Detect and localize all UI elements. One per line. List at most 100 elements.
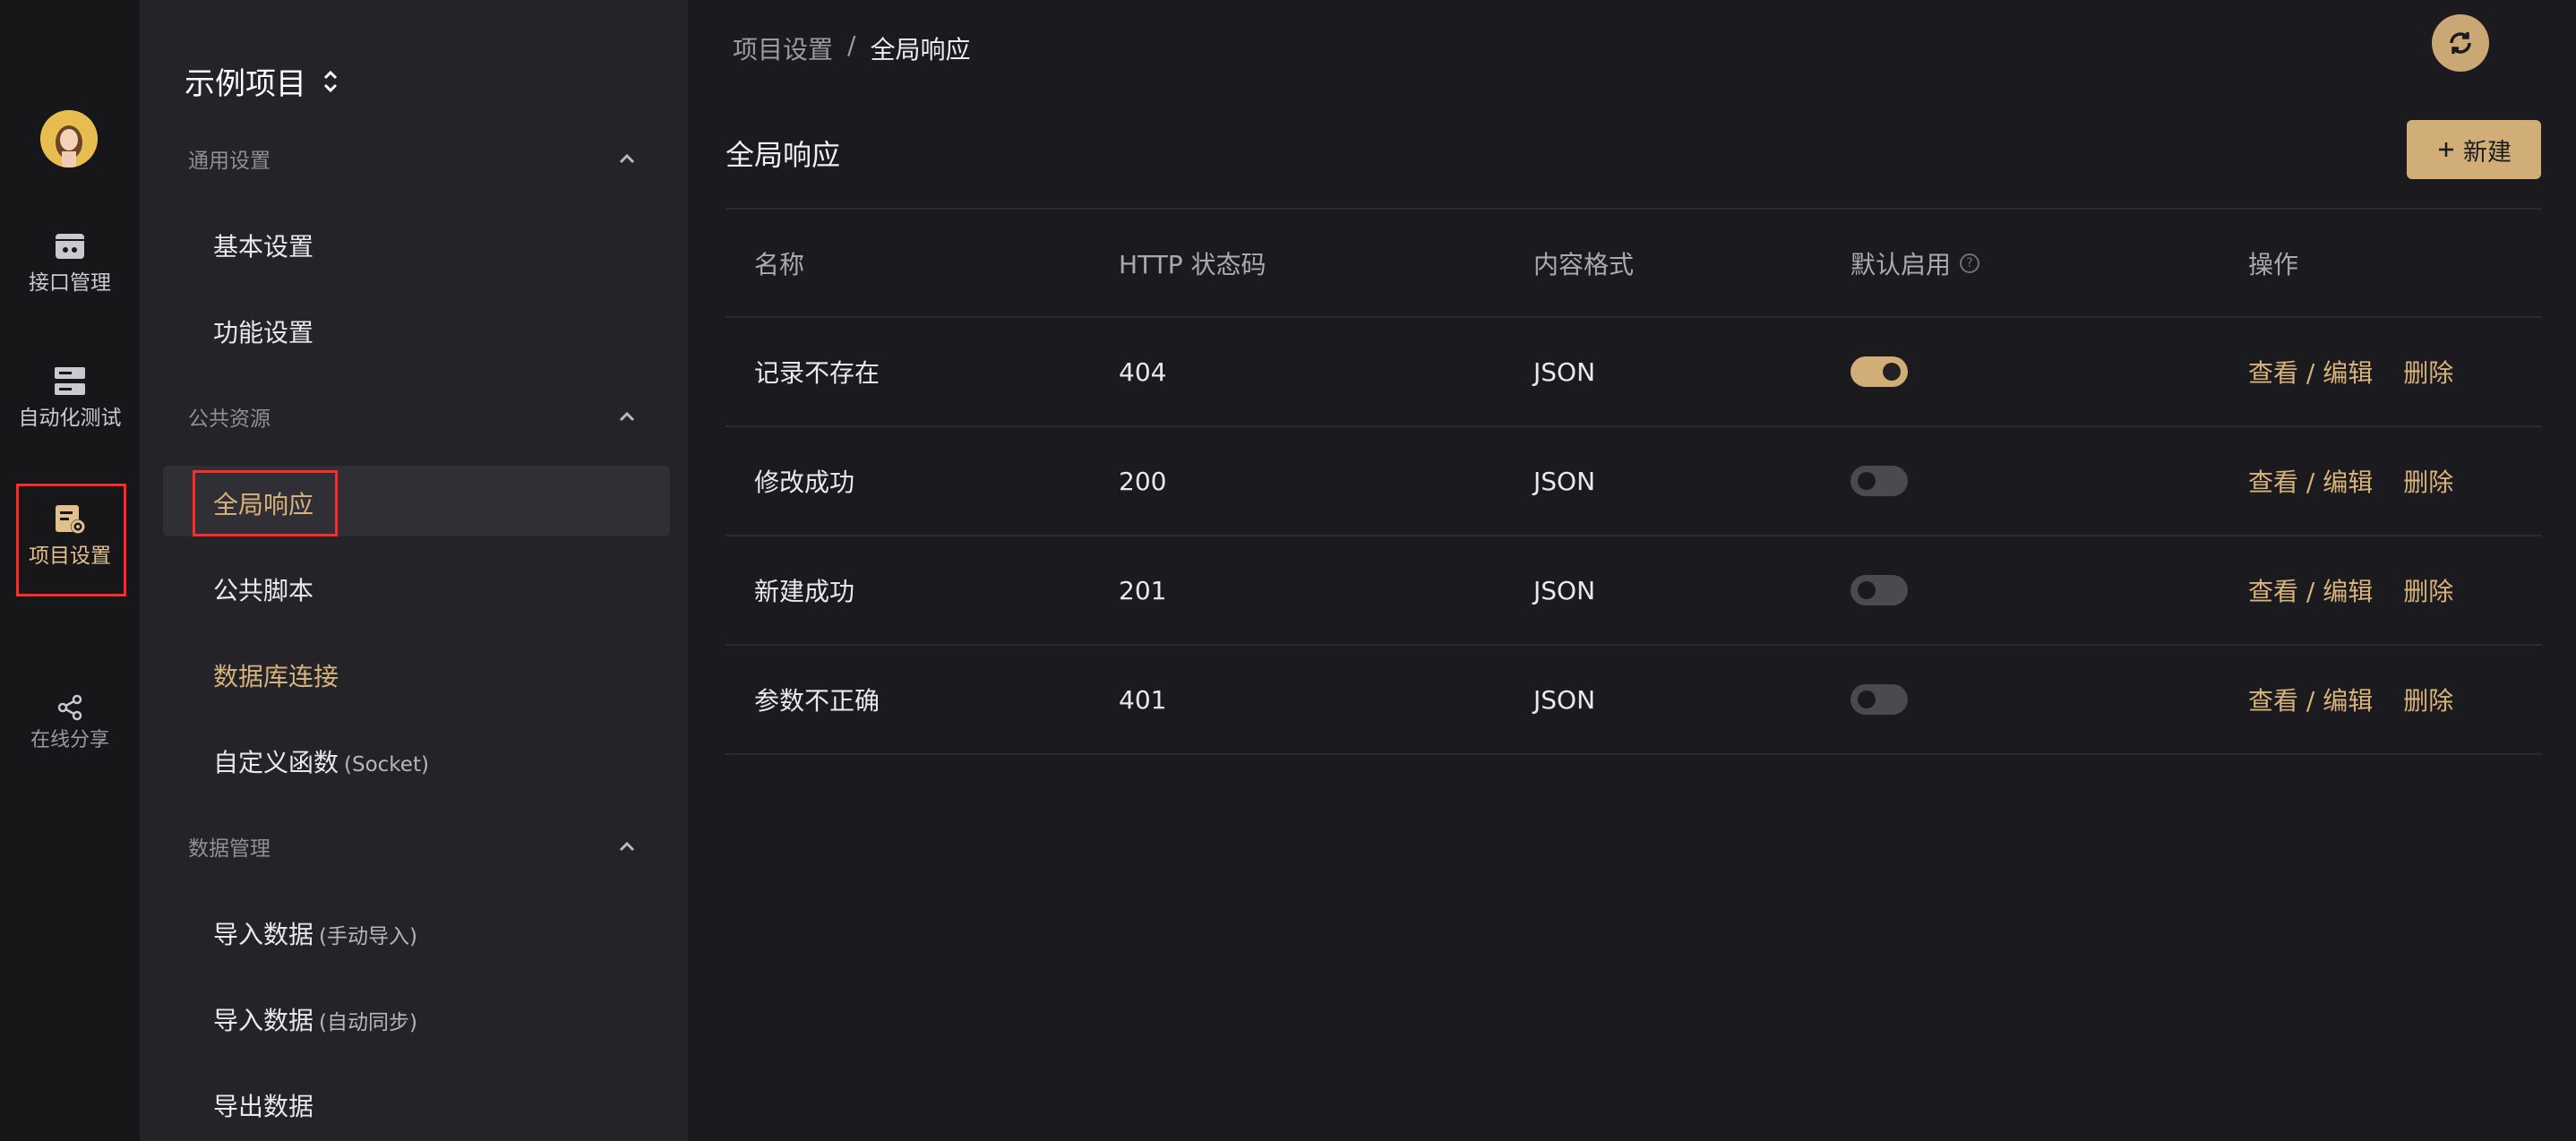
page-title: 全局响应 [726, 138, 841, 172]
app-window: 接口管理 自动化测试 项目设置 在线分享 示例项目 通用设置 基本设置 功能设置… [0, 0, 2576, 1141]
selection-highlight-box [193, 470, 338, 536]
nav-label: 导出数据 [213, 1092, 314, 1121]
share-icon [57, 694, 82, 721]
cell-default-enabled [1850, 536, 1908, 644]
view-edit-link[interactable]: 查看 / 编辑 [2248, 463, 2373, 499]
column-header-label: 默认启用 [1850, 249, 1952, 279]
cell-status-code: 201 [1119, 575, 1167, 605]
column-header-name: 名称 [754, 249, 805, 279]
delete-link[interactable]: 删除 [2403, 682, 2453, 717]
cell-name: 新建成功 [754, 577, 855, 606]
settings-sidebar: 示例项目 通用设置 基本设置 功能设置 公共资源 全局响应 公共脚本 数据库连接… [140, 0, 688, 1141]
breadcrumb-project-settings[interactable]: 项目设置 [733, 30, 833, 66]
help-icon[interactable]: ? [1960, 253, 1980, 273]
chevron-up-down-icon [323, 70, 338, 92]
main-panel: 项目设置 / 全局响应 全局响应 新建 名称 HTTP 状态码 内容格式 默认启… [688, 0, 2576, 1141]
view-edit-link[interactable]: 查看 / 编辑 [2248, 682, 2373, 717]
toggle-knob [1858, 691, 1876, 708]
cell-format: JSON [1533, 466, 1596, 496]
cell-default-enabled [1850, 318, 1908, 425]
cell-name: 参数不正确 [754, 686, 880, 716]
cell-status-code: 401 [1119, 684, 1167, 715]
rail-item-api-management[interactable]: 接口管理 [0, 228, 140, 296]
default-enabled-toggle[interactable] [1850, 684, 1908, 715]
toggle-knob [1883, 363, 1901, 381]
cell-default-enabled [1850, 427, 1908, 535]
table-row: 新建成功 201 JSON 查看 / 编辑 删除 [726, 536, 2542, 646]
breadcrumb: 项目设置 / 全局响应 [733, 30, 970, 66]
nav-label: 基本设置 [213, 232, 314, 262]
cell-actions: 查看 / 编辑 删除 [2248, 536, 2453, 644]
group-public-resources[interactable]: 公共资源 [188, 401, 636, 432]
new-button-label: 新建 [2463, 138, 2512, 167]
sidebar-item-public-scripts[interactable]: 公共脚本 [213, 571, 313, 607]
rail-item-automation-test[interactable]: 自动化测试 [0, 364, 140, 432]
selection-highlight-box [16, 484, 126, 596]
nav-suffix: (Socket) [344, 753, 429, 776]
delete-link[interactable]: 删除 [2403, 463, 2453, 499]
sidebar-item-database-connection[interactable]: 数据库连接 [213, 657, 339, 693]
sidebar-item-import-manual[interactable]: 导入数据 (手动导入) [213, 915, 417, 951]
cell-status-code: 404 [1119, 356, 1167, 387]
group-title: 通用设置 [188, 150, 270, 173]
cell-actions: 查看 / 编辑 删除 [2248, 427, 2453, 535]
column-header-status-code: HTTP 状态码 [1119, 249, 1267, 279]
icon-rail: 接口管理 自动化测试 项目设置 在线分享 [0, 0, 140, 1141]
table-row: 参数不正确 401 JSON 查看 / 编辑 删除 [726, 646, 2542, 755]
table-row: 记录不存在 404 JSON 查看 / 编辑 删除 [726, 318, 2542, 427]
api-management-icon [56, 234, 84, 259]
project-switcher[interactable]: 示例项目 [185, 59, 339, 103]
default-enabled-toggle[interactable] [1850, 575, 1908, 605]
nav-label: 公共脚本 [213, 576, 314, 605]
nav-label: 自定义函数 [213, 748, 339, 777]
toggle-knob [1858, 472, 1876, 490]
default-enabled-toggle[interactable] [1850, 466, 1908, 496]
group-title: 公共资源 [188, 408, 270, 431]
table-header: 名称 HTTP 状态码 内容格式 默认启用 ? 操作 [726, 208, 2542, 318]
breadcrumb-current: 全局响应 [870, 35, 971, 64]
plus-icon [2439, 142, 2453, 157]
rail-item-label: 在线分享 [30, 729, 109, 751]
default-enabled-toggle[interactable] [1850, 356, 1908, 387]
toggle-knob [1858, 581, 1876, 599]
view-edit-link[interactable]: 查看 / 编辑 [2248, 354, 2373, 390]
refresh-button[interactable] [2432, 14, 2489, 72]
group-data-management[interactable]: 数据管理 [188, 831, 636, 862]
rail-item-label: 接口管理 [29, 271, 111, 295]
sidebar-item-export-data[interactable]: 导出数据 [213, 1087, 313, 1123]
global-response-table: 名称 HTTP 状态码 内容格式 默认启用 ? 操作 记录不存在 404 JSO… [726, 208, 2542, 755]
nav-suffix: (自动同步) [319, 1011, 417, 1034]
group-title: 数据管理 [188, 837, 270, 861]
nav-suffix: (手动导入) [319, 925, 417, 948]
chevron-up-icon [619, 411, 635, 422]
sidebar-item-basic-settings[interactable]: 基本设置 [213, 227, 313, 263]
rail-item-label: 自动化测试 [18, 407, 122, 430]
new-button[interactable]: 新建 [2407, 120, 2541, 179]
chevron-up-icon [619, 841, 635, 852]
delete-link[interactable]: 删除 [2403, 354, 2453, 390]
cell-name: 记录不存在 [754, 358, 880, 388]
avatar[interactable] [40, 110, 98, 167]
group-general-settings[interactable]: 通用设置 [188, 143, 636, 174]
refresh-icon [2450, 32, 2471, 54]
column-header-format: 内容格式 [1533, 249, 1635, 279]
sidebar-item-import-auto[interactable]: 导入数据 (自动同步) [213, 1001, 417, 1037]
nav-label: 导入数据 [213, 920, 314, 949]
cell-format: JSON [1533, 684, 1596, 715]
rail-item-share[interactable]: 在线分享 [0, 693, 140, 754]
sidebar-item-custom-functions[interactable]: 自定义函数 (Socket) [213, 743, 429, 779]
nav-label: 数据库连接 [213, 662, 339, 691]
automation-test-icon [55, 367, 85, 395]
breadcrumb-separator: / [847, 30, 856, 60]
cell-format: JSON [1533, 575, 1596, 605]
column-header-default-enabled: 默认启用 ? [1850, 210, 1980, 316]
table-row: 修改成功 200 JSON 查看 / 编辑 删除 [726, 427, 2542, 536]
column-header-actions: 操作 [2248, 249, 2299, 279]
chevron-up-icon [619, 153, 635, 164]
view-edit-link[interactable]: 查看 / 编辑 [2248, 572, 2373, 608]
sidebar-item-feature-settings[interactable]: 功能设置 [213, 313, 313, 349]
nav-label: 功能设置 [213, 318, 314, 347]
delete-link[interactable]: 删除 [2403, 572, 2453, 608]
nav-label: 导入数据 [213, 1006, 314, 1035]
project-name: 示例项目 [185, 66, 306, 102]
